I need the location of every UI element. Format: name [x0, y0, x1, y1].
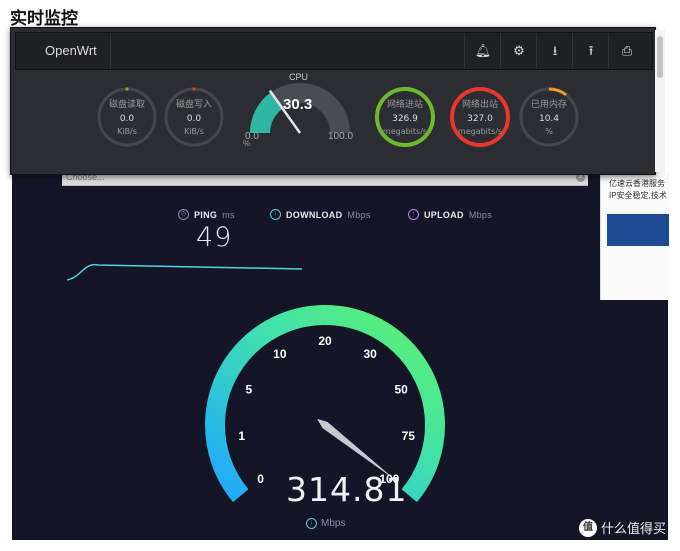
ping-label: PING: [194, 209, 218, 220]
download-button[interactable]: ⭳: [536, 33, 573, 69]
gauge-unit: %: [545, 127, 553, 136]
gauge-value: 10.4: [539, 114, 559, 124]
speed-tick-label: 75: [402, 429, 416, 443]
upload-label: UPLOAD: [424, 209, 464, 220]
gauge-label: 网络出站: [462, 98, 498, 110]
upload-icon: ↑: [408, 209, 419, 220]
speed-tick-label: 0: [257, 472, 264, 486]
speed-tick-label: 5: [246, 383, 253, 397]
speed-unit-label: ↓ Mbps: [306, 518, 345, 529]
speed-tick-label: 20: [318, 334, 332, 348]
gauge-label: 网络进站: [387, 98, 423, 110]
cpu-label: CPU: [289, 72, 309, 82]
download-icon: ↓: [306, 518, 317, 529]
gauge-value: 0.0: [187, 114, 202, 124]
upload-icon: ⭱: [588, 43, 594, 58]
ping-icon: ◷: [178, 209, 189, 220]
speed-tick-label: 30: [363, 347, 377, 361]
ad-line-2: IP安全稳定,技术: [609, 191, 667, 200]
scrollbar[interactable]: [655, 30, 665, 172]
gauge-value: 326.9: [392, 114, 418, 124]
watermark: 值 什么值得买: [578, 518, 666, 537]
gauge-label: 已用内存: [531, 98, 567, 110]
navbar-divider: [110, 33, 111, 69]
openwrt-gauges: 磁盘读取 0.0 KiB/s 磁盘写入 0.0 KiB/s 网络进站 326.9 megabit…: [97, 83, 579, 147]
download-icon: ↓: [270, 209, 281, 220]
openwrt-brand[interactable]: OpenWrt: [45, 43, 97, 58]
cpu-max: 100.0: [328, 131, 354, 142]
upload-button[interactable]: ⭱: [572, 33, 609, 69]
gauge-unit: KiB/s: [117, 127, 137, 136]
upload-unit: Mbps: [468, 209, 493, 220]
gauge-value: 0.0: [120, 114, 135, 124]
download-label: DOWNLOAD: [286, 209, 343, 220]
ping-unit: ms: [222, 209, 235, 220]
print-button[interactable]: ⎙: [608, 33, 645, 69]
speed-tick-label: 10: [273, 347, 287, 361]
speed-tick-label: 1: [238, 429, 245, 443]
ad-line-1: 亿速云香港服务: [609, 179, 665, 188]
gauge-indicator-dot: [192, 87, 196, 91]
gear-icon: ⚙: [513, 43, 525, 58]
cpu-value: 30.3: [283, 96, 313, 113]
speed-tick-label: 50: [394, 383, 408, 397]
gauge-unit: megabits/s: [383, 127, 427, 136]
speed-value: 314.81: [286, 470, 408, 509]
speed-unit: Mbps: [321, 518, 346, 529]
ad-banner[interactable]: [607, 214, 669, 246]
upload-metric: ↑ UPLOAD Mbps: [408, 209, 492, 220]
scrollbar-thumb[interactable]: [657, 36, 663, 78]
bell-icon: 🔔︎: [474, 43, 492, 58]
ping-value: 49: [196, 222, 233, 253]
download-metric: ↓ DOWNLOAD Mbps: [270, 209, 371, 220]
download-unit: Mbps: [347, 209, 371, 220]
cpu-unit: %: [243, 139, 251, 148]
download-icon: ⭳: [552, 43, 558, 58]
gauge-label: 磁盘读取: [109, 98, 145, 110]
gauge-indicator-dot: [125, 87, 129, 91]
watermark-text: 什么值得买: [600, 522, 666, 537]
bell-button[interactable]: 🔔︎: [464, 33, 501, 69]
ping-sparkline: [66, 263, 303, 281]
gauge-unit: megabits/s: [458, 127, 502, 136]
gauge-label: 磁盘写入: [176, 98, 212, 110]
ad-panel[interactable]: 亿速云香港服务 IP安全稳定,技术: [600, 172, 669, 300]
page-title: 实时监控: [10, 9, 78, 29]
cpu-gauge-fill: [250, 92, 284, 134]
print-icon: ⎙: [621, 43, 633, 58]
ping-metric: ◷ PING ms: [178, 209, 235, 220]
gauge-unit: KiB/s: [184, 127, 204, 136]
openwrt-navbar: OpenWrt 🔔︎ ⚙ ⭳ ⭱ ⎙: [15, 32, 653, 70]
watermark-logo: 值: [578, 518, 597, 537]
settings-button[interactable]: ⚙: [500, 33, 537, 69]
screenshot-frame: 实时监控 Choose... ✕ ◷ PING ms ↓ DOWNLOAD Mb…: [0, 0, 680, 551]
gauge-value: 327.0: [467, 114, 493, 124]
